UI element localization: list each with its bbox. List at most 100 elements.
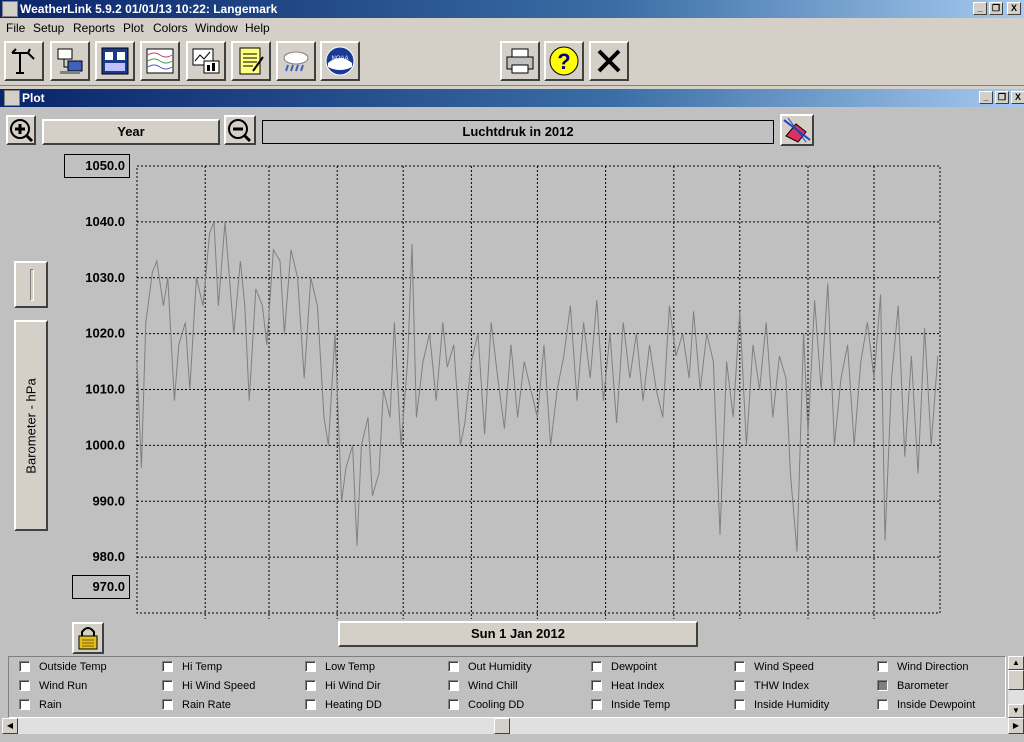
horizontal-scrollbar[interactable]: ◀ ▶ <box>2 718 1024 734</box>
scroll-right-arrow[interactable]: ▶ <box>1008 718 1024 734</box>
barometer-chart: 1040.0 1030.0 1020.0 1010.0 1000.0 990.0 980.0… <box>85 165 941 624</box>
data-type-checklist: Outside Temp Hi Temp Low Temp Out Humidity D… <box>8 656 1006 718</box>
zoom-out-button[interactable] <box>224 115 256 145</box>
y-axis-label: Barometer - hPa <box>23 377 39 474</box>
scale-button[interactable]: Year <box>42 119 220 145</box>
y-axis-select-button[interactable]: Barometer - hPa <box>14 320 48 531</box>
legend-vertical-scrollbar[interactable]: ▲ ▼ <box>1008 656 1024 718</box>
minimize-button[interactable]: _ <box>973 2 987 15</box>
x-tick-label: Nov <box>829 623 854 624</box>
checkbox-box[interactable] <box>591 680 602 691</box>
help-icon: ? <box>549 46 579 76</box>
station-button[interactable] <box>4 41 44 81</box>
checkbox-box[interactable] <box>305 680 316 691</box>
menu-plot[interactable]: Plot <box>123 21 144 35</box>
y-tick-label: 980.0 <box>92 549 125 564</box>
checkbox-box[interactable] <box>877 699 888 710</box>
toolbar: NOAA ? <box>0 38 1024 86</box>
strip-chart-button[interactable] <box>140 41 180 81</box>
checkbox-label: Inside Dewpoint <box>897 699 976 711</box>
checkbox-box[interactable] <box>162 661 173 672</box>
checkbox-label: Hi Wind Speed <box>182 680 256 692</box>
exit-button[interactable] <box>589 41 629 81</box>
checkbox-box[interactable] <box>305 661 316 672</box>
h-scroll-thumb[interactable] <box>494 718 510 734</box>
menu-file[interactable]: File <box>6 21 25 35</box>
checkbox-box[interactable] <box>591 661 602 672</box>
zoom-in-button[interactable] <box>6 115 36 145</box>
clear-button[interactable] <box>780 114 814 146</box>
noaa-button[interactable]: NOAA <box>320 41 360 81</box>
handle-grip <box>30 269 34 301</box>
notes-button[interactable] <box>231 41 271 81</box>
print-button[interactable] <box>500 41 540 81</box>
checkbox-box[interactable] <box>591 699 602 710</box>
menu-bar: File Setup Reports Plot Colors Window He… <box>0 19 1024 37</box>
checkbox-label: Wind Chill <box>468 680 518 692</box>
y-scroll-handle[interactable] <box>14 261 48 308</box>
checkbox-label: Cooling DD <box>468 699 525 711</box>
lock-button[interactable] <box>72 622 104 654</box>
y-tick-label: 990.0 <box>92 493 125 508</box>
checkbox-box[interactable] <box>877 680 888 691</box>
download-button[interactable] <box>50 41 90 81</box>
app-icon[interactable] <box>2 1 18 17</box>
checkbox-box[interactable] <box>19 699 30 710</box>
notes-icon <box>239 47 264 75</box>
checkbox-box[interactable] <box>734 661 745 672</box>
checkbox-label: Wind Speed <box>754 661 814 673</box>
checkbox-box[interactable] <box>734 680 745 691</box>
checkbox-box[interactable] <box>734 699 745 710</box>
y-tick-label: 1020.0 <box>85 326 125 341</box>
plot-button[interactable] <box>186 41 226 81</box>
bulletin-icon <box>101 47 129 75</box>
checkbox-box[interactable] <box>162 699 173 710</box>
plot-close-button[interactable]: X <box>1011 91 1024 104</box>
weather-button[interactable] <box>276 41 316 81</box>
x-tick-label: Oct <box>763 623 785 624</box>
plot-maximize-button[interactable]: ❐ <box>995 91 1009 104</box>
station-icon <box>11 48 35 74</box>
checkbox-box[interactable] <box>448 661 459 672</box>
strip-chart-icon <box>146 48 174 74</box>
checkbox-box[interactable] <box>448 699 459 710</box>
checkbox-box[interactable] <box>19 680 30 691</box>
plot-window-icon[interactable] <box>4 90 20 106</box>
checkbox-box[interactable] <box>877 661 888 672</box>
zoom-out-icon <box>228 119 252 143</box>
checkbox-box[interactable] <box>448 680 459 691</box>
checkbox-box[interactable] <box>162 680 173 691</box>
exit-icon <box>597 49 621 73</box>
checkbox-label: Heating DD <box>325 699 382 711</box>
checkbox-label: Hi Temp <box>182 661 223 673</box>
menu-colors[interactable]: Colors <box>153 21 188 35</box>
checkbox-box[interactable] <box>19 661 30 672</box>
weather-icon <box>283 51 309 72</box>
plot-title-input[interactable]: Luchtdruk in 2012 <box>262 120 774 144</box>
date-button[interactable]: Sun 1 Jan 2012 <box>338 621 698 647</box>
restore-button[interactable]: ❐ <box>989 2 1003 15</box>
checkbox-label: Outside Temp <box>39 661 107 673</box>
bulletin-button[interactable] <box>95 41 135 81</box>
checkbox-label: Hi Wind Dir <box>325 680 381 692</box>
help-button[interactable]: ? <box>544 41 584 81</box>
scroll-down-arrow[interactable]: ▼ <box>1008 704 1024 718</box>
scroll-left-arrow[interactable]: ◀ <box>2 718 18 734</box>
checkbox-label: Rain Rate <box>182 699 231 711</box>
checkbox-label: Barometer <box>897 680 949 692</box>
y-tick-label: 1010.0 <box>85 382 125 397</box>
scroll-thumb[interactable] <box>1008 670 1024 690</box>
y-tick-label: 1040.0 <box>85 214 125 229</box>
x-tick-label: Feb <box>226 623 249 624</box>
menu-window[interactable]: Window <box>195 21 238 35</box>
checkbox-label: Inside Humidity <box>754 699 830 711</box>
plot-minimize-button[interactable]: _ <box>979 91 993 104</box>
svg-text:?: ? <box>557 49 570 74</box>
scroll-up-arrow[interactable]: ▲ <box>1008 656 1024 670</box>
menu-help[interactable]: Help <box>245 21 270 35</box>
close-button[interactable]: X <box>1007 2 1021 15</box>
menu-setup[interactable]: Setup <box>33 21 64 35</box>
menu-reports[interactable]: Reports <box>73 21 115 35</box>
checkbox-box[interactable] <box>305 699 316 710</box>
eraser-icon <box>783 117 811 143</box>
